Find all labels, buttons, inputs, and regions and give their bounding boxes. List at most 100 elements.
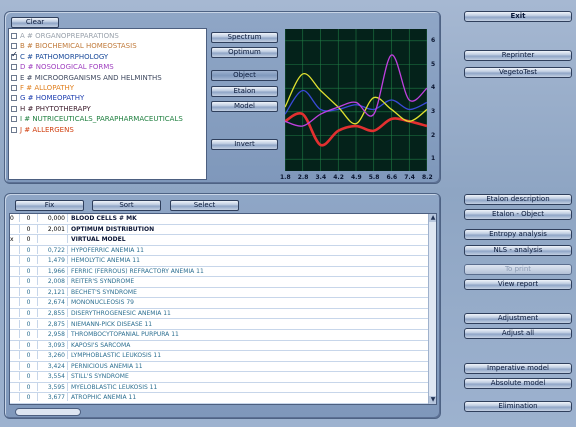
table-row[interactable]: 0 0,722 HYPOFERRIC ANEMIA 11 [10,245,428,257]
category-checkbox[interactable] [11,105,17,112]
table-row[interactable]: 0 3,677 ATROPHIC ANEMIA 11 [10,393,428,404]
row-name: KAPOSI'S SARCOMA [71,341,131,349]
table-row[interactable]: 0 3,595 MYELOBLASTIC LEUKOSIS 11 [10,382,428,394]
category-checkbox[interactable] [11,43,17,50]
category-item[interactable]: H # PHYTOTHERAPY [11,104,91,114]
category-checkbox[interactable]: ✓ [11,49,18,60]
category-item[interactable]: F # ALLOPATHY [11,83,74,93]
table-row[interactable]: 0 2,958 THROMBOCYTOPANIAL PURPURA 11 [10,330,428,341]
row-name: VIRTUAL MODEL [71,236,126,244]
row-name: BECHET'S SYNDROME [71,288,137,296]
object-button[interactable]: Object [211,70,278,81]
select-button[interactable]: Select [170,200,239,211]
row-name: MYELOBLASTIC LEUKOSIS 11 [71,383,158,391]
category-checkbox[interactable] [11,95,17,102]
chart-x-tick-label: 6.6 [386,174,398,181]
chart-y-tick-label: 3 [431,107,436,115]
category-item[interactable]: G # HOMEOPATHY [11,93,84,103]
absolute-model-button[interactable]: Absolute model [464,378,572,389]
category-checkbox[interactable] [11,33,17,39]
scroll-up-icon[interactable]: ▲ [429,214,436,222]
invert-button[interactable]: Invert [211,139,278,150]
table-row[interactable]: 0 1,479 HEMOLYTIC ANEMIA 11 [10,256,428,267]
etalon-button[interactable]: Etalon [211,86,278,97]
table-row[interactable]: 0 3,554 STILL'S SYNDROME [10,372,428,383]
sort-button[interactable]: Sort [92,200,161,211]
vegetotest-button[interactable]: VegetoTest [464,67,572,78]
table-row[interactable]: 0 2,001 OPTIMUM DISTRIBUTION [10,224,428,236]
clear-button[interactable]: Clear [11,17,59,28]
category-item[interactable]: B # BIOCHEMICAL HOMEOSTASIS [11,41,137,51]
table-row[interactable]: 0 2,121 BECHET'S SYNDROME [10,287,428,299]
category-item[interactable]: I # NUTRICEUTICALS_PARAPHARMACEUTICALS [11,114,183,124]
model-button[interactable]: Model [211,101,278,112]
table-row[interactable]: 03,808GAUCHER'S DISEASE 11 [10,403,428,404]
row-marker [10,287,20,296]
row-marker [10,340,20,349]
table-row[interactable]: 0 2,875 NIEMANN-PICK DISEASE 11 [10,319,428,331]
chart-x-tick-label: 2.8 [297,174,309,181]
etalon-object-button[interactable]: Etalon - Object [464,209,572,220]
nls-analysis-button[interactable]: NLS - analysis [464,245,572,256]
row-name: OPTIMUM DISTRIBUTION [71,225,155,233]
adjust-all-button[interactable]: Adjust all [464,328,572,339]
table-row[interactable]: x 0 VIRTUAL MODEL [10,235,428,246]
row-marker [10,245,20,254]
category-checkbox[interactable] [11,64,17,71]
row-value: 2,674 [38,298,68,307]
optimum-button[interactable]: Optimum [211,47,278,58]
category-label: J # ALLERGENS [20,125,74,134]
category-checkbox[interactable] [11,126,17,133]
row-marker [10,298,20,307]
table-row[interactable]: 0 2,855 DISERYTHROGENESIC ANEMIA 11 [10,308,428,320]
category-item[interactable]: A # ORGANOPREPARATIONS [11,31,119,41]
table-row[interactable]: 0 1,966 FERRIC (FERROUS) REFRACTORY ANEMIA… [10,266,428,278]
elimination-button[interactable]: Elimination [464,401,572,412]
spectrum-button[interactable]: Spectrum [211,32,278,43]
category-item[interactable]: D # NOSOLOGICAL FORMS [11,62,114,72]
check-icon: ✓ [11,49,18,59]
table-row[interactable]: 0 3,424 PERNICIOUS ANEMIA 11 [10,361,428,373]
chart-y-tick-label: 6 [431,36,436,44]
row-name: BLOOD CELLS # MK [71,215,137,222]
category-checkbox[interactable] [11,116,17,123]
row-value: 2,121 [38,287,68,296]
horizontal-scrollbar[interactable] [15,408,81,416]
row-value: 3,595 [38,382,68,391]
exit-button[interactable]: Exit [464,11,572,22]
row-flag: 0 [20,308,38,317]
vertical-scrollbar[interactable]: ▲ ▼ [428,214,436,404]
row-flag: 0 [20,361,38,370]
row-marker [10,351,20,360]
chart-x-tick-label: 4.2 [333,174,344,181]
category-item[interactable]: J # ALLERGENS [11,125,74,135]
table-row[interactable]: 0 2,008 REITER'S SYNDROME [10,277,428,288]
row-marker [10,319,20,328]
reprinter-button[interactable]: Reprinter [464,50,572,61]
row-name: HYPOFERRIC ANEMIA 11 [71,246,144,254]
category-label: B # BIOCHEMICAL HOMEOSTASIS [20,42,137,51]
row-name: NIEMANN-PICK DISEASE 11 [71,320,153,328]
category-item[interactable]: E # MICROORGANISMS AND HELMINTHS [11,73,162,83]
fix-button[interactable]: Fix [15,200,84,211]
category-checkbox[interactable] [11,85,17,91]
scroll-down-icon[interactable]: ▼ [429,396,436,404]
etalon-description-button[interactable]: Etalon description [464,194,572,205]
table-row[interactable]: 0 3,093 KAPOSI'S SARCOMA [10,340,428,352]
chart-x-tick-label: 8.2 [422,174,433,181]
category-item[interactable]: ✓ C # PATHOMORPHOLOGY [11,49,108,62]
entropy-analysis-button[interactable]: Entropy analysis [464,229,572,240]
adjustment-button[interactable]: Adjustment [464,313,572,324]
table-row[interactable]: 0 2,674 MONONUCLEOSIS 79 [10,298,428,309]
view-report-button[interactable]: View report [464,279,572,290]
table-row[interactable]: 0 3,260 LYMPHOBLASTIC LEUKOSIS 11 [10,351,428,362]
row-flag: 0 [20,277,38,286]
row-value: 3,260 [38,351,68,360]
chart-y-tick-label: 5 [431,60,436,68]
row-value: 2,875 [38,319,68,328]
row-value: 3,093 [38,340,68,349]
table-row[interactable]: 0 0 0,000 BLOOD CELLS # MK [10,214,428,225]
category-checkbox[interactable] [11,74,17,81]
imperative-model-button[interactable]: Imperative model [464,363,572,374]
to-print-button[interactable]: To print [464,264,572,275]
